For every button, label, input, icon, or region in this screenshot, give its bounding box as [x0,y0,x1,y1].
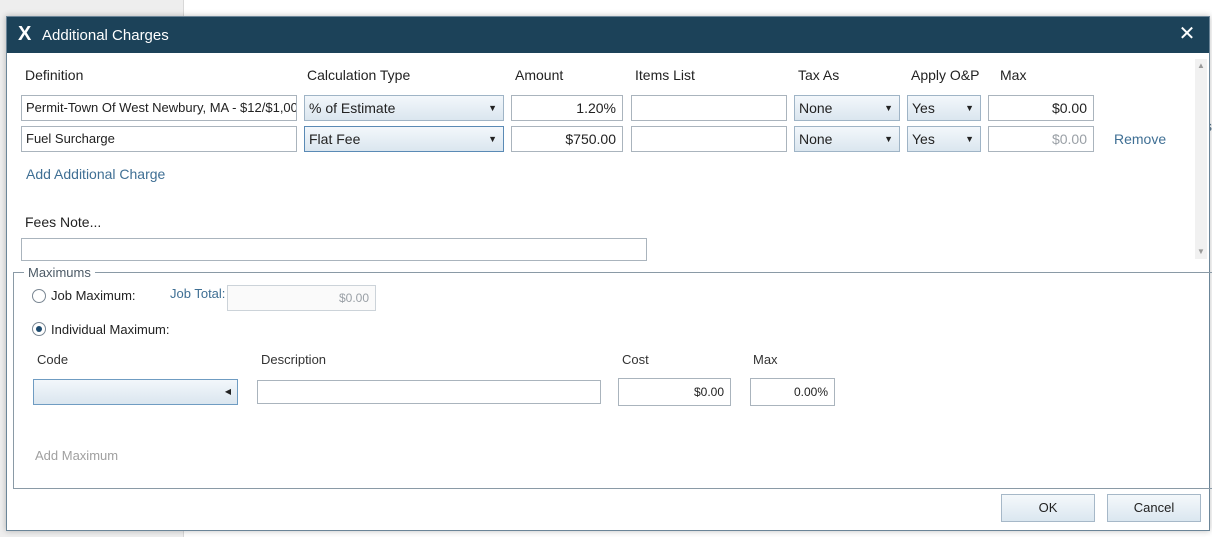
fees-note-field[interactable] [21,238,647,261]
add-maximum-link[interactable]: Add Maximum [35,448,118,463]
items-list-field[interactable] [631,126,787,152]
tax-as-value: None [799,131,833,147]
header-max: Max [1000,67,1027,83]
remove-charge-link[interactable]: Remove [1114,131,1166,147]
header-max: Max [753,352,778,367]
header-code: Code [37,352,69,367]
close-icon[interactable]: ✕ [1177,24,1197,44]
individual-maximum-label: Individual Maximum: [51,322,170,337]
header-description: Description [261,352,327,367]
job-total-label: Job Total: [170,286,226,301]
calculation-type-value: Flat Fee [309,131,361,147]
dropdown-arrow-icon: ◀ [224,387,231,396]
charge-definition-field[interactable]: Permit-Town Of West Newbury, MA - $12/$1… [21,95,297,121]
header-definition: Definition [25,67,84,83]
vertical-scrollbar[interactable] [1195,59,1207,259]
tax-as-dropdown[interactable]: None ▼ [794,126,900,152]
calculation-type-dropdown[interactable]: % of Estimate ▼ [304,95,504,121]
apply-op-dropdown[interactable]: Yes ▼ [907,95,981,121]
header-items-list: Items List [635,67,695,83]
ok-button[interactable]: OK [1001,494,1095,522]
dropdown-arrow-icon: ▼ [965,134,974,144]
maximums-legend: Maximums [28,265,91,280]
tax-as-value: None [799,100,833,116]
cost-field[interactable]: $0.00 [618,378,731,406]
dropdown-arrow-icon: ▼ [884,103,893,113]
additional-charges-dialog: X Additional Charges ✕ Definition Calcul… [6,16,1212,531]
app-x-logo-icon: X [18,23,32,45]
dropdown-arrow-icon: ▼ [965,103,974,113]
fees-note-label: Fees Note... [25,214,102,230]
max-percent-field[interactable]: 0.00% [750,378,835,406]
calculation-type-value: % of Estimate [309,100,396,116]
max-field[interactable]: $0.00 [988,126,1094,152]
amount-field[interactable]: 1.20% [511,95,623,121]
cancel-button[interactable]: Cancel [1107,494,1201,522]
job-maximum-label: Job Maximum: [51,288,136,303]
dropdown-arrow-icon: ▼ [488,134,497,144]
apply-op-value: Yes [912,100,935,116]
header-calculation-type: Calculation Type [307,67,411,83]
header-amount: Amount [515,67,564,83]
amount-field[interactable]: $750.00 [511,126,623,152]
dialog-titlebar: X Additional Charges ✕ [7,17,1209,53]
individual-maximum-radio[interactable] [32,322,46,336]
items-list-field[interactable] [631,95,787,121]
dropdown-arrow-icon: ▼ [488,103,497,113]
tax-as-dropdown[interactable]: None ▼ [794,95,900,121]
dropdown-arrow-icon: ▼ [884,134,893,144]
job-total-field[interactable]: $0.00 [227,285,376,311]
header-tax-as: Tax As [798,67,840,83]
header-cost: Cost [622,352,649,367]
dialog-title: Additional Charges [42,27,169,44]
apply-op-value: Yes [912,131,935,147]
scroll-down-icon[interactable]: ▼ [1197,247,1205,256]
calculation-type-dropdown[interactable]: Flat Fee ▼ [304,126,504,152]
add-additional-charge-link[interactable]: Add Additional Charge [26,166,165,182]
charge-definition-field[interactable]: Fuel Surcharge [21,126,297,152]
header-apply-op: Apply O&P [911,67,980,83]
max-field[interactable]: $0.00 [988,95,1094,121]
apply-op-dropdown[interactable]: Yes ▼ [907,126,981,152]
description-field[interactable] [257,380,601,404]
job-maximum-radio[interactable] [32,289,46,303]
scroll-up-icon[interactable]: ▲ [1197,61,1205,70]
code-dropdown[interactable]: ◀ [33,379,238,405]
